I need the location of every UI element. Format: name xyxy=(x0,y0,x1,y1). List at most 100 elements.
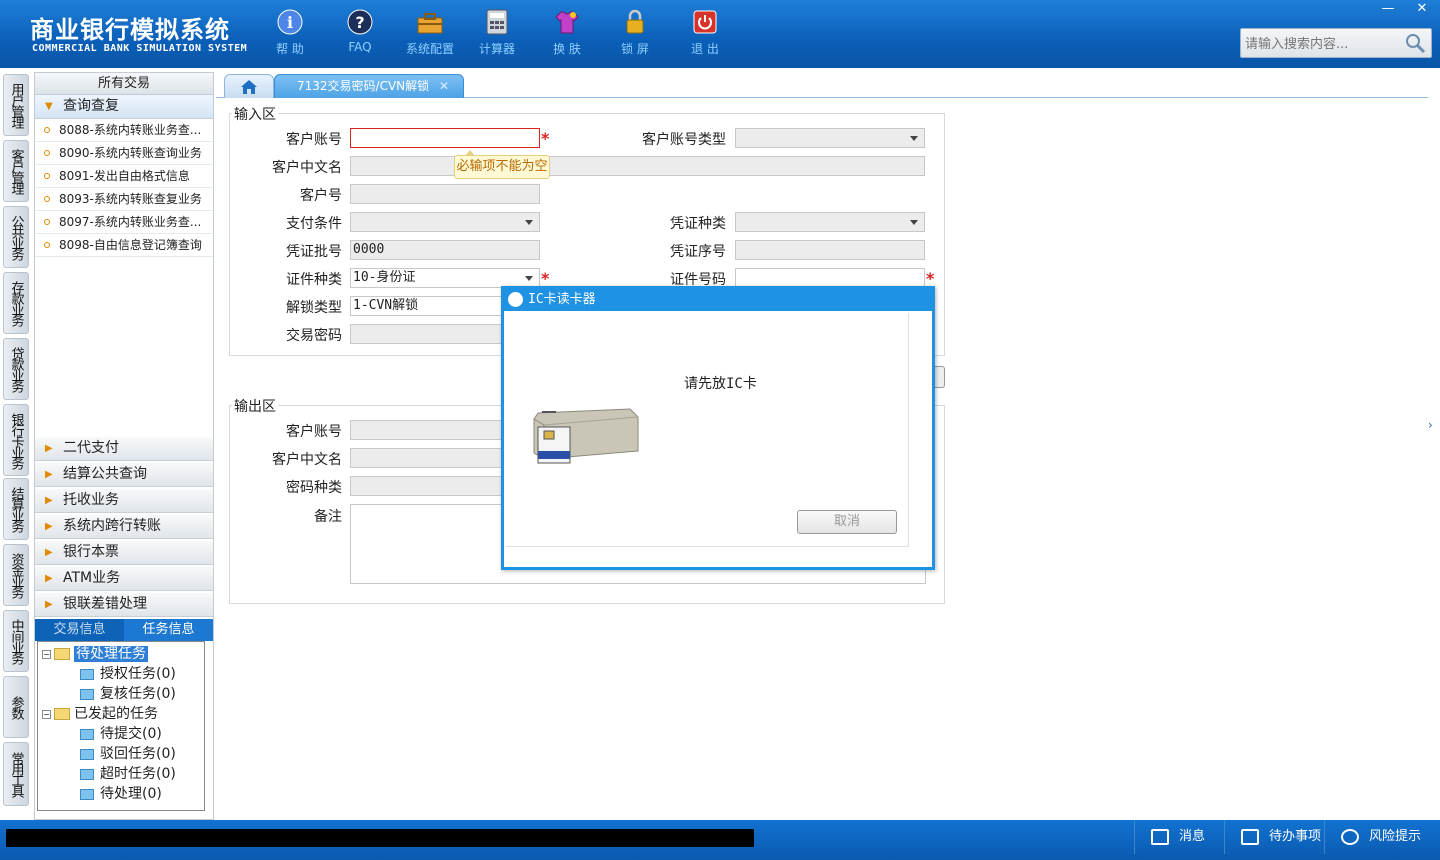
tab-transaction-info[interactable]: 交易信息 xyxy=(35,619,124,641)
validation-tooltip: 必输项不能为空 xyxy=(454,150,550,179)
collapse-icon[interactable]: − xyxy=(42,649,51,659)
card-reader-image xyxy=(533,408,639,464)
calculator-button[interactable]: 计算器 xyxy=(462,8,532,57)
info-tabs: 交易信息 任务信息 xyxy=(35,619,213,641)
vtab-intermediary[interactable]: 中间业务 xyxy=(3,610,29,672)
svg-text:i: i xyxy=(287,13,293,32)
category-collection[interactable]: ▶ 托收业务 xyxy=(35,489,213,513)
status-message-bar xyxy=(6,829,754,847)
vtab-loan[interactable]: 贷款业务 xyxy=(3,338,29,400)
vtab-public-business[interactable]: 公共业务 xyxy=(3,206,29,268)
category-interbank-transfer[interactable]: ▶ 系统内跨行转账 xyxy=(35,515,213,539)
voucher-batch-label: 凭证批号 xyxy=(286,244,342,260)
category-label: 系统内跨行转账 xyxy=(63,518,161,534)
tab-7132[interactable]: 7132交易密码/CVN解锁 ✕ xyxy=(274,74,464,98)
bullet-icon xyxy=(44,219,50,225)
vtab-deposit[interactable]: 存款业务 xyxy=(3,272,29,334)
input-area-legend: 输入区 xyxy=(232,104,278,124)
collapse-icon[interactable]: − xyxy=(42,709,51,719)
dialog-body: 请先放IC卡 取消 xyxy=(506,313,909,547)
close-window-button[interactable]: ✕ xyxy=(1406,0,1438,18)
vtab-bankcard[interactable]: 银行卡业务 xyxy=(3,404,29,476)
lock-icon xyxy=(621,8,649,36)
tree-node-auth[interactable]: 授权任务(0) xyxy=(80,664,176,684)
home-icon xyxy=(241,79,257,94)
account-type-select[interactable] xyxy=(735,128,925,148)
todo-button[interactable]: 待办事项 xyxy=(1224,820,1324,854)
vtab-settlement[interactable]: 结算业务 xyxy=(3,478,29,540)
config-button[interactable]: 系统配置 xyxy=(395,8,465,57)
tree-node-to-process[interactable]: 待处理(0) xyxy=(80,784,162,804)
vtab-params[interactable]: 参数 xyxy=(3,676,29,738)
task-icon xyxy=(80,748,94,760)
tab-home[interactable] xyxy=(224,74,274,98)
vtab-user-mgmt[interactable]: 用户管理 xyxy=(3,74,29,136)
pay-cond-select[interactable] xyxy=(350,212,540,232)
account-input[interactable] xyxy=(350,128,540,148)
voucher-seq-input[interactable] xyxy=(735,240,925,260)
menu-item-label: 8098-自由信息登记簿查询 xyxy=(59,238,202,252)
menu-item-8091[interactable]: 8091-发出自由格式信息 xyxy=(35,165,213,188)
search-icon[interactable] xyxy=(1403,32,1427,58)
calculator-label: 计算器 xyxy=(478,42,515,56)
exit-button[interactable]: 退 出 xyxy=(670,8,740,57)
menu-item-8097[interactable]: 8097-系统内转账业务查... xyxy=(35,211,213,234)
pay-cond-label: 支付条件 xyxy=(286,216,342,232)
select-value: 10-身份证 xyxy=(353,270,416,285)
tree-node-review[interactable]: 复核任务(0) xyxy=(80,684,176,704)
bullet-icon xyxy=(44,150,50,156)
voucher-batch-input[interactable]: 0000 xyxy=(350,240,540,260)
tab-task-info[interactable]: 任务信息 xyxy=(124,619,213,641)
cancel-button[interactable]: 取消 xyxy=(797,510,897,534)
search-input[interactable] xyxy=(1245,34,1395,54)
voucher-type-select[interactable] xyxy=(735,212,925,232)
vtab-funds[interactable]: 资金业务 xyxy=(3,544,29,606)
menu-item-label: 8091-发出自由格式信息 xyxy=(59,169,190,183)
risk-alert-button[interactable]: 风险提示 xyxy=(1324,820,1440,854)
tree-node-timeout[interactable]: 超时任务(0) xyxy=(80,764,176,784)
bullet-icon xyxy=(44,196,50,202)
menu-item-8098[interactable]: 8098-自由信息登记簿查询 xyxy=(35,234,213,257)
ic-card-reader-dialog: IC卡读卡器 请先放IC卡 取消 xyxy=(501,286,935,570)
folder-icon xyxy=(54,708,70,720)
category-unionpay-error[interactable]: ▶ 银联差错处理 xyxy=(35,593,213,617)
category-query-reply[interactable]: ▼ 查询查复 xyxy=(35,95,213,119)
lock-button[interactable]: 锁 屏 xyxy=(600,8,670,57)
id-no-input[interactable] xyxy=(735,268,925,288)
menu-item-8088[interactable]: 8088-系统内转账业务查... xyxy=(35,119,213,142)
category-ccps[interactable]: ▶ 二代支付 xyxy=(35,437,213,461)
menu-item-8090[interactable]: 8090-系统内转账查询业务 xyxy=(35,142,213,165)
customer-no-input[interactable] xyxy=(350,184,540,204)
category-atm[interactable]: ▶ ATM业务 xyxy=(35,567,213,591)
category-settlement-query[interactable]: ▶ 结算公共查询 xyxy=(35,463,213,487)
tree-label: 超时任务(0) xyxy=(100,766,176,782)
menu-item-label: 8097-系统内转账业务查... xyxy=(59,215,202,229)
tree-node-rejected[interactable]: 驳回任务(0) xyxy=(80,744,176,764)
messages-button[interactable]: 消息 xyxy=(1134,820,1224,854)
close-tab-icon[interactable]: ✕ xyxy=(439,75,449,97)
menu-item-8093[interactable]: 8093-系统内转账查复业务 xyxy=(35,188,213,211)
tree-label: 待提交(0) xyxy=(100,726,162,742)
submit-button-edge[interactable] xyxy=(935,366,945,388)
category-cashier-check[interactable]: ▶ 银行本票 xyxy=(35,541,213,565)
collapse-right-handle[interactable]: › xyxy=(1428,418,1438,458)
help-button[interactable]: i 帮 助 xyxy=(255,8,325,57)
minimize-button[interactable]: — xyxy=(1372,0,1404,18)
shirt-icon xyxy=(553,8,581,36)
skin-button[interactable]: 换 肤 xyxy=(532,8,602,57)
id-type-select[interactable]: 10-身份证 xyxy=(350,268,540,288)
output-area-legend: 输出区 xyxy=(232,396,278,416)
tree-label: 授权任务(0) xyxy=(100,666,176,682)
dialog-title: IC卡读卡器 xyxy=(528,292,596,307)
vtab-customer-mgmt[interactable]: 客户管理 xyxy=(3,140,29,202)
tree-node-to-submit[interactable]: 待提交(0) xyxy=(80,724,162,744)
required-mark: * xyxy=(541,129,550,148)
task-icon xyxy=(80,728,94,740)
tree-node-pending[interactable]: − 待处理任务 xyxy=(42,644,148,664)
faq-button[interactable]: ? FAQ xyxy=(325,8,395,54)
out-pwd-type-label: 密码种类 xyxy=(286,480,342,496)
vtab-tools[interactable]: 常用工具 xyxy=(3,742,29,806)
tree-node-initiated[interactable]: − 已发起的任务 xyxy=(42,704,158,724)
cn-name-input[interactable] xyxy=(350,156,925,176)
config-label: 系统配置 xyxy=(405,42,454,56)
